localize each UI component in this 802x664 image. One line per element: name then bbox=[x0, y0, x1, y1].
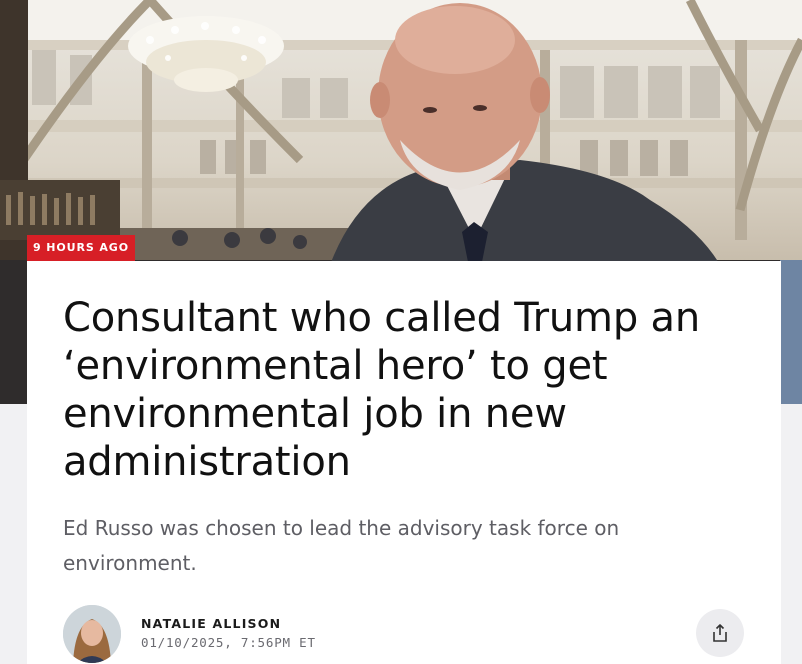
author-name[interactable]: NATALIE ALLISON bbox=[141, 616, 281, 631]
article-headline[interactable]: Consultant who called Trump an ‘environm… bbox=[63, 294, 753, 486]
share-icon bbox=[713, 624, 727, 642]
article-card: Consultant who called Trump an ‘environm… bbox=[27, 261, 781, 664]
article-dek: Ed Russo was chosen to lead the advisory… bbox=[63, 516, 620, 575]
share-button[interactable] bbox=[696, 609, 744, 657]
time-ago-badge: 9 HOURS AGO bbox=[27, 235, 135, 261]
author-avatar[interactable] bbox=[63, 605, 121, 663]
publish-timestamp: 01/10/2025, 7:56PM ET bbox=[141, 635, 316, 650]
author-avatar-illustration bbox=[63, 605, 121, 663]
byline: NATALIE ALLISON 01/10/2025, 7:56PM ET bbox=[63, 605, 763, 663]
article-page: 9 HOURS AGO Consultant who called Trump … bbox=[0, 0, 802, 664]
